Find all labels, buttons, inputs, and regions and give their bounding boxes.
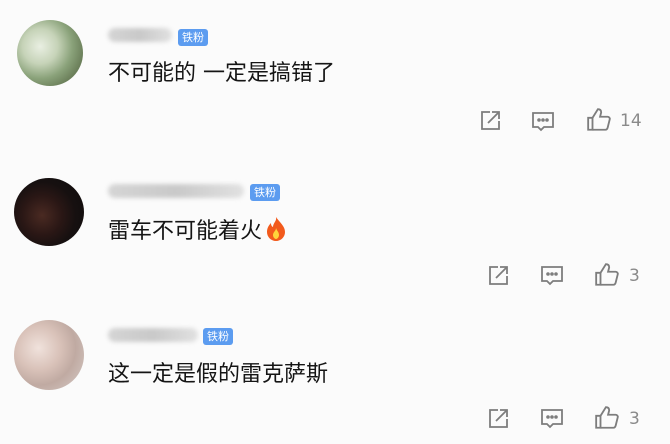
reply-button[interactable]: [540, 264, 564, 288]
comment-text: 这一定是假的雷克萨斯: [108, 362, 329, 387]
share-icon: [489, 266, 508, 285]
avatar[interactable]: [14, 178, 84, 246]
like-button[interactable]: [594, 262, 620, 288]
fan-badge: 铁粉: [178, 29, 208, 46]
share-button[interactable]: [486, 407, 510, 431]
fan-badge: 铁粉: [250, 184, 280, 201]
like-count: 14: [620, 111, 642, 131]
comment-icon: [541, 266, 563, 286]
thumbs-up-icon: [587, 108, 611, 131]
reply-button[interactable]: [531, 110, 555, 134]
comment-text: 不可能的 一定是搞错了: [108, 61, 335, 86]
comment-text-content: 雷车不可能着火: [108, 219, 263, 244]
reply-button[interactable]: [540, 407, 564, 431]
share-button[interactable]: [486, 264, 510, 288]
comment-icon: [532, 112, 554, 132]
avatar[interactable]: [17, 20, 83, 86]
like-button[interactable]: [586, 107, 612, 133]
share-icon: [481, 111, 500, 130]
share-icon: [489, 409, 508, 428]
comment-icon: [541, 409, 563, 429]
avatar[interactable]: [14, 320, 84, 390]
like-count: 3: [629, 409, 640, 429]
like-button[interactable]: [594, 405, 620, 431]
username-blurred[interactable]: [108, 184, 244, 198]
thumbs-up-icon: [595, 263, 619, 286]
thumbs-up-icon: [595, 406, 619, 429]
share-button[interactable]: [478, 109, 502, 133]
like-count: 3: [629, 266, 640, 286]
fan-badge: 铁粉: [203, 328, 233, 345]
username-blurred[interactable]: [108, 328, 198, 342]
comment-text: 雷车不可能着火: [108, 216, 288, 246]
username-blurred[interactable]: [108, 28, 172, 42]
fire-emoji: [267, 217, 286, 241]
